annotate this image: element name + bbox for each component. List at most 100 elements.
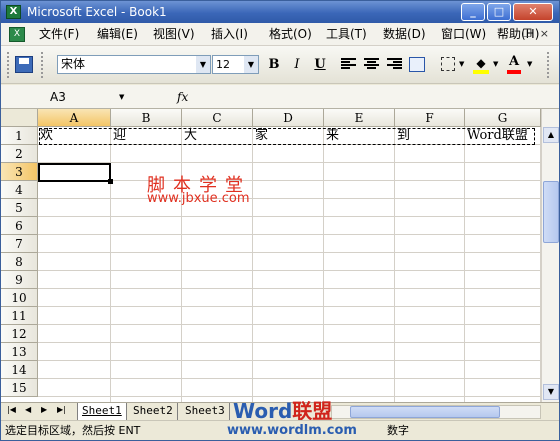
close-button[interactable]: ✕: [513, 3, 553, 21]
cell-g1[interactable]: Word联盟: [465, 127, 541, 145]
last-sheet-icon[interactable]: ▶|: [57, 405, 66, 414]
font-color-icon[interactable]: A: [507, 54, 521, 74]
grid-row-line: [38, 198, 541, 199]
row-header-10[interactable]: 10: [1, 289, 38, 307]
fill-color-icon[interactable]: ◆: [473, 56, 489, 74]
row-header-14[interactable]: 14: [1, 361, 38, 379]
select-all-button[interactable]: [1, 109, 38, 127]
toolbar-grip[interactable]: [7, 52, 11, 78]
align-right-icon[interactable]: [387, 58, 402, 70]
chevron-down-icon[interactable]: ▼: [527, 60, 532, 68]
excel-icon[interactable]: X: [6, 5, 21, 19]
scroll-down-icon[interactable]: ▼: [543, 384, 559, 400]
menu-view[interactable]: 视图(V): [153, 27, 195, 42]
grid-row-line: [38, 342, 541, 343]
horizontal-scroll-thumb[interactable]: [350, 406, 500, 418]
sheet-tab-3[interactable]: Sheet3: [181, 403, 230, 420]
grid-row-line: [38, 216, 541, 217]
italic-button[interactable]: I: [287, 56, 307, 74]
sheet-tab-1[interactable]: Sheet1: [77, 403, 127, 420]
save-icon[interactable]: [15, 56, 33, 73]
close-icon: ✕: [528, 5, 538, 18]
menu-insert[interactable]: 插入(I): [211, 27, 248, 42]
sheet-tab-2[interactable]: Sheet2: [129, 403, 178, 420]
chevron-down-icon[interactable]: ▼: [119, 93, 124, 101]
insert-function-icon[interactable]: fx: [177, 88, 188, 106]
bold-button[interactable]: B: [264, 56, 284, 74]
font-name-value: 宋体: [61, 57, 86, 71]
prev-sheet-icon[interactable]: ◀: [25, 405, 31, 414]
row-header-5[interactable]: 5: [1, 199, 38, 217]
menu-data[interactable]: 数据(D): [383, 27, 426, 42]
title-bar[interactable]: X Microsoft Excel - Book1 _ □ ✕: [1, 1, 559, 23]
font-size-select[interactable]: 12 ▼: [212, 55, 259, 74]
watermark-url: www.jbxue.com: [147, 191, 250, 206]
scroll-up-icon[interactable]: ▲: [543, 127, 559, 143]
row-header-12[interactable]: 12: [1, 325, 38, 343]
menu-tools[interactable]: 工具(T): [326, 27, 367, 42]
status-mode: 数字: [387, 424, 409, 437]
merge-center-icon[interactable]: [409, 57, 425, 72]
row-header-8[interactable]: 8: [1, 253, 38, 271]
borders-icon[interactable]: [441, 57, 455, 71]
vertical-scrollbar[interactable]: ▲ ▼: [541, 109, 559, 402]
row-header-15[interactable]: 15: [1, 379, 38, 397]
toolbar-grip-3[interactable]: [547, 52, 551, 78]
cell-d1[interactable]: 家: [253, 127, 324, 145]
column-header-a[interactable]: A: [38, 109, 111, 127]
menu-edit[interactable]: 编辑(E): [97, 27, 138, 42]
minimize-button[interactable]: _: [461, 3, 485, 21]
font-name-select[interactable]: 宋体 ▼: [57, 55, 211, 74]
next-sheet-icon[interactable]: ▶: [41, 405, 47, 414]
horizontal-scrollbar[interactable]: [331, 405, 541, 419]
document-controls[interactable]: - ❐ ×: [511, 27, 551, 40]
grid-row-line: [38, 288, 541, 289]
grid-row-line: [38, 252, 541, 253]
chevron-down-icon[interactable]: ▼: [459, 60, 464, 68]
row-header-7[interactable]: 7: [1, 235, 38, 253]
row-header-3[interactable]: 3: [1, 163, 38, 181]
excel-window: X Microsoft Excel - Book1 _ □ ✕ X 文件(F) …: [0, 0, 560, 441]
chevron-down-icon[interactable]: ▼: [244, 56, 258, 73]
column-header-f[interactable]: F: [395, 109, 465, 127]
chevron-down-icon[interactable]: ▼: [493, 60, 498, 68]
row-header-2[interactable]: 2: [1, 145, 38, 163]
cell-a1[interactable]: 欢: [38, 127, 111, 145]
column-header-c[interactable]: C: [182, 109, 253, 127]
column-header-e[interactable]: E: [324, 109, 395, 127]
font-size-value: 12: [216, 58, 230, 71]
menu-file[interactable]: 文件(F): [39, 27, 79, 42]
column-header-d[interactable]: D: [253, 109, 324, 127]
fill-handle[interactable]: [108, 179, 113, 184]
column-header-b[interactable]: B: [111, 109, 182, 127]
row-header-4[interactable]: 4: [1, 181, 38, 199]
row-header-6[interactable]: 6: [1, 217, 38, 235]
chevron-down-icon[interactable]: ▼: [196, 56, 210, 73]
cell-c1[interactable]: 大: [182, 127, 253, 145]
maximize-icon: □: [493, 5, 505, 18]
menu-window[interactable]: 窗口(W): [441, 27, 486, 42]
grid-row-line: [38, 234, 541, 235]
maximize-button[interactable]: □: [487, 3, 511, 21]
underline-button[interactable]: U: [310, 56, 330, 74]
worksheet-grid[interactable]: ABCDEFG 1 2 3 4 5 6 7 8 9 10 11 12 13 14 15 欢迎大家来到 Word…: [1, 109, 541, 402]
align-left-icon[interactable]: [341, 58, 356, 70]
cell-e1[interactable]: 来: [324, 127, 395, 145]
grid-row-line: [38, 180, 541, 181]
first-sheet-icon[interactable]: |◀: [7, 405, 16, 414]
row-header-11[interactable]: 11: [1, 307, 38, 325]
formatting-toolbar: 宋体 ▼ 12 ▼ B I U ▼ ◆ ▼ A ▼: [1, 46, 559, 84]
grid-row-line: [38, 378, 541, 379]
vertical-scroll-thumb[interactable]: [543, 181, 559, 243]
row-header-1[interactable]: 1: [1, 127, 38, 145]
cell-f1[interactable]: 到: [395, 127, 465, 145]
align-center-icon[interactable]: [364, 58, 379, 70]
workbook-icon[interactable]: X: [9, 27, 25, 42]
row-header-13[interactable]: 13: [1, 343, 38, 361]
menu-format[interactable]: 格式(O): [269, 27, 312, 42]
row-header-9[interactable]: 9: [1, 271, 38, 289]
cell-b1[interactable]: 迎: [111, 127, 182, 145]
column-header-g[interactable]: G: [465, 109, 541, 127]
active-cell-a3[interactable]: [38, 163, 111, 182]
toolbar-grip-2[interactable]: [41, 52, 45, 78]
